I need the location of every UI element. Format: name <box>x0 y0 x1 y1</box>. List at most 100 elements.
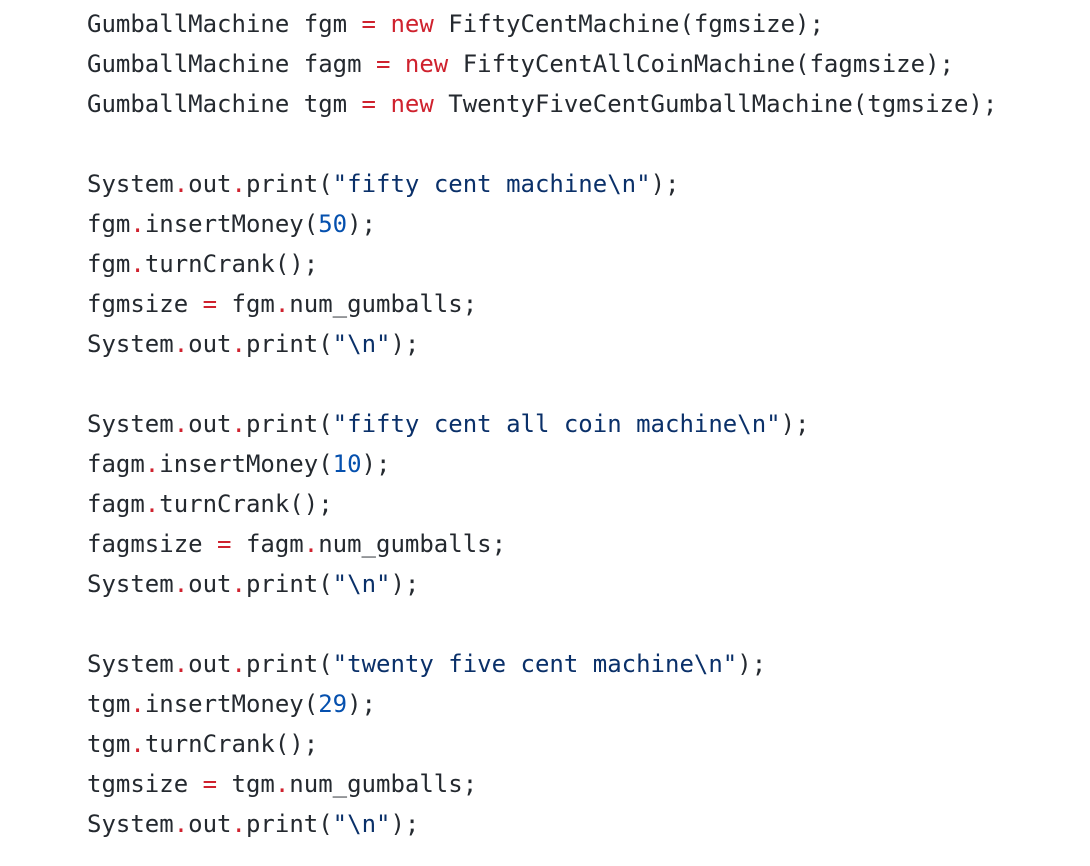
string-literal: "fifty cent machine\n" <box>332 170 651 198</box>
code-line: System.out.print("\n"); <box>87 324 1090 364</box>
code-token: turnCrank(); <box>159 490 333 518</box>
member-access-dot: . <box>130 250 145 278</box>
code-line: tgm.turnCrank(); <box>87 724 1090 764</box>
code-token: System <box>87 170 174 198</box>
code-token: tgm <box>87 690 131 718</box>
operator-token: = <box>202 290 218 318</box>
code-token: out <box>188 810 232 838</box>
code-line: fgm.turnCrank(); <box>87 244 1090 284</box>
code-line: System.out.print("\n"); <box>87 804 1090 844</box>
member-access-dot: . <box>274 290 290 318</box>
code-token: fagm <box>87 450 145 478</box>
code-line: fgm.insertMoney(50); <box>87 204 1090 244</box>
member-access-dot: . <box>173 170 189 198</box>
code-token: num_gumballs; <box>289 770 478 798</box>
code-token: ); <box>390 810 420 838</box>
code-token: tgm <box>87 730 131 758</box>
keyword-token: new <box>404 50 449 78</box>
code-token: out <box>188 650 232 678</box>
member-access-dot: . <box>231 810 246 838</box>
code-token: FiftyCentAllCoinMachine(fagmsize); <box>448 50 954 78</box>
code-line: fagm.insertMoney(10); <box>87 444 1090 484</box>
member-access-dot: . <box>231 650 246 678</box>
code-token: insertMoney( <box>144 210 319 238</box>
keyword-token: new <box>390 90 434 118</box>
member-access-dot: . <box>303 530 319 558</box>
code-token: insertMoney( <box>144 690 319 718</box>
member-access-dot: . <box>173 410 189 438</box>
member-access-dot: . <box>231 570 246 598</box>
code-token: out <box>188 410 232 438</box>
operator-token: = <box>361 90 376 118</box>
code-line: fagmsize = fagm.num_gumballs; <box>87 524 1090 564</box>
code-line: System.out.print("fifty cent machine\n")… <box>87 164 1090 204</box>
code-line: System.out.print("\n"); <box>87 564 1090 604</box>
code-line: fgmsize = fgm.num_gumballs; <box>87 284 1090 324</box>
code-token: ); <box>737 650 767 678</box>
member-access-dot: . <box>130 730 145 758</box>
string-literal: "\n" <box>332 330 391 358</box>
number-literal: 29 <box>318 690 348 718</box>
code-token: out <box>188 170 232 198</box>
code-line: System.out.print("fifty cent all coin ma… <box>87 404 1090 444</box>
code-token: print( <box>245 170 333 198</box>
code-token: fgmsize <box>87 290 203 318</box>
member-access-dot: . <box>173 810 189 838</box>
code-line: tgmsize = tgm.num_gumballs; <box>87 764 1090 804</box>
code-token: ); <box>650 170 680 198</box>
code-token: System <box>87 650 174 678</box>
code-token: ); <box>390 330 420 358</box>
code-line: GumballMachine fagm = new FiftyCentAllCo… <box>87 44 1090 84</box>
code-token: System <box>87 410 174 438</box>
code-token: num_gumballs; <box>318 530 507 558</box>
code-line: tgm.insertMoney(29); <box>87 684 1090 724</box>
number-literal: 10 <box>332 450 362 478</box>
operator-token: = <box>217 530 232 558</box>
code-line: fagm.turnCrank(); <box>87 484 1090 524</box>
code-token: tgmsize <box>87 770 203 798</box>
member-access-dot: . <box>144 450 160 478</box>
member-access-dot: . <box>231 170 246 198</box>
code-line: System.out.print("twenty five cent machi… <box>87 644 1090 684</box>
string-literal: "twenty five cent machine\n" <box>332 650 738 678</box>
code-line: GumballMachine tgm = new TwentyFiveCentG… <box>87 84 1090 124</box>
code-token: fagmsize <box>87 530 218 558</box>
code-block: GumballMachine fgm = new FiftyCentMachin… <box>0 0 1090 866</box>
code-token: tgm <box>217 770 275 798</box>
code-token: ); <box>780 410 810 438</box>
code-token: insertMoney( <box>159 450 333 478</box>
code-token: System <box>87 570 174 598</box>
number-literal: 50 <box>318 210 348 238</box>
code-token: print( <box>245 810 333 838</box>
code-token: GumballMachine tgm <box>87 90 362 118</box>
code-token: turnCrank(); <box>144 730 319 758</box>
code-token: GumballMachine fgm <box>87 10 362 38</box>
code-token: turnCrank(); <box>144 250 319 278</box>
member-access-dot: . <box>173 330 189 358</box>
string-literal: "fifty cent all coin machine\n" <box>332 410 781 438</box>
code-token: fgm <box>87 210 131 238</box>
code-token: print( <box>245 650 333 678</box>
code-token: ); <box>390 570 420 598</box>
code-token: num_gumballs; <box>289 290 478 318</box>
member-access-dot: . <box>231 410 246 438</box>
code-token: print( <box>245 330 333 358</box>
code-token: out <box>188 570 232 598</box>
code-token: fagm <box>87 490 145 518</box>
member-access-dot: . <box>144 490 160 518</box>
code-token: print( <box>245 410 333 438</box>
code-token: GumballMachine fagm <box>87 50 376 78</box>
code-token: TwentyFiveCentGumballMachine(tgmsize); <box>433 90 998 118</box>
code-token: print( <box>245 570 333 598</box>
string-literal: "\n" <box>332 570 391 598</box>
code-line: GumballMachine fgm = new FiftyCentMachin… <box>87 4 1090 44</box>
member-access-dot: . <box>173 650 189 678</box>
code-token: fgm <box>87 250 131 278</box>
code-token: ); <box>347 210 377 238</box>
